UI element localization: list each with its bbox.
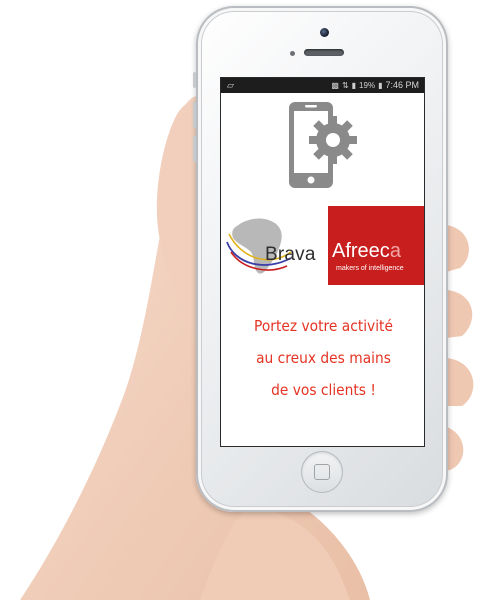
earpiece-speaker — [304, 49, 344, 56]
bars-icon: ▮ — [351, 81, 357, 90]
slogan: Portez votre activité au creux des mains… — [229, 310, 418, 406]
gear-icon — [309, 116, 357, 164]
slogan-line-1: Portez votre activité — [254, 317, 393, 335]
afreeca-tagline: makers of intelligence — [336, 265, 404, 272]
status-time: 7:46 PM — [385, 80, 419, 90]
battery-icon: ▮ — [378, 81, 383, 90]
front-camera — [320, 28, 329, 37]
volume-down-button — [193, 136, 196, 162]
phone-settings-icon — [289, 102, 357, 188]
brava-afreeca-logo: Brava Afreeca makers of intelligence — [221, 206, 424, 286]
signal-icon: ▩ — [331, 81, 339, 90]
proximity-sensor — [290, 51, 295, 56]
smartphone: ▱ ▩ ⇅ ▮ 19% ▮ 7:46 PM Brava Afreeca make… — [193, 6, 448, 512]
afreeca-wordmark: Afreeca — [332, 240, 401, 262]
phone-screen: ▱ ▩ ⇅ ▮ 19% ▮ 7:46 PM Brava Afreeca make… — [220, 77, 425, 447]
battery-percent: 19% — [359, 81, 376, 90]
slogan-line-3: de vos clients ! — [271, 381, 376, 399]
android-notification-icon: ▱ — [227, 80, 234, 90]
volume-up-button — [193, 102, 196, 128]
home-button[interactable] — [301, 451, 343, 493]
slogan-line-2: au creux des mains — [256, 349, 391, 367]
status-bar: ▱ ▩ ⇅ ▮ 19% ▮ 7:46 PM — [221, 78, 424, 93]
mute-switch — [193, 72, 196, 88]
afreeca-badge: Afreeca makers of intelligence — [328, 206, 424, 285]
data-icon: ⇅ — [341, 81, 349, 90]
brava-wordmark: Brava — [265, 244, 316, 265]
